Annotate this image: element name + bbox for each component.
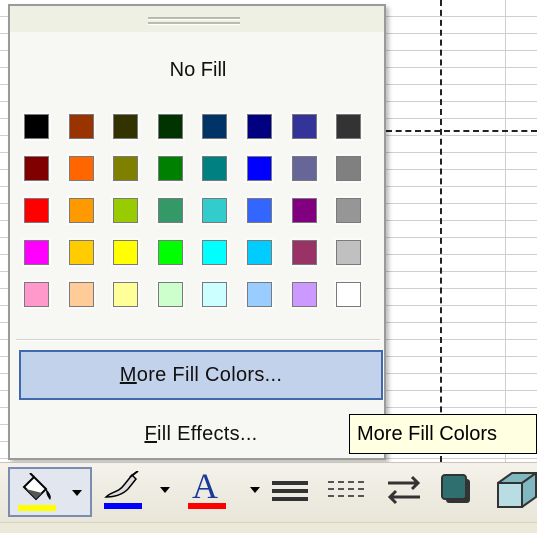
color-swatch[interactable]: [67, 112, 96, 141]
grip-line: [148, 17, 240, 20]
color-swatch[interactable]: [200, 238, 229, 267]
3d-style-icon: [497, 472, 537, 508]
more-fill-colors-label: ore Fill Colors...: [136, 363, 283, 386]
color-swatch[interactable]: [111, 238, 140, 267]
color-swatch[interactable]: [334, 112, 363, 141]
color-swatch[interactable]: [200, 196, 229, 225]
color-swatch[interactable]: [22, 238, 51, 267]
page-break-horizontal: [386, 130, 537, 132]
fill-color-icon: [16, 472, 56, 508]
fill-effects-button[interactable]: Fill Effects...: [18, 412, 384, 456]
3d-style-button[interactable]: [494, 469, 537, 514]
color-swatch[interactable]: [111, 280, 140, 309]
dash-style-icon: [328, 488, 364, 490]
line-color-icon: [102, 470, 142, 506]
toolbar-bottom-edge: [0, 522, 537, 533]
grid-column-line: [505, 0, 506, 462]
font-color-icon: A: [192, 466, 218, 506]
chevron-down-icon[interactable]: [250, 487, 260, 493]
chevron-down-icon[interactable]: [72, 490, 82, 496]
fill-color-indicator: [18, 505, 56, 511]
color-swatch[interactable]: [200, 112, 229, 141]
color-swatch[interactable]: [22, 280, 51, 309]
color-swatch[interactable]: [156, 280, 185, 309]
grip-line: [148, 22, 240, 25]
color-swatch[interactable]: [22, 112, 51, 141]
fill-color-button[interactable]: [8, 467, 92, 517]
mnemonic-letter: F: [144, 422, 157, 445]
no-fill-button[interactable]: No Fill: [18, 50, 378, 90]
color-swatch[interactable]: [334, 280, 363, 309]
color-swatch[interactable]: [290, 196, 319, 225]
color-swatch[interactable]: [290, 154, 319, 183]
color-swatch[interactable]: [245, 280, 274, 309]
color-swatch[interactable]: [156, 154, 185, 183]
line-style-icon: [272, 489, 308, 493]
fill-effects-label: ill Effects...: [157, 422, 258, 445]
line-color-button[interactable]: [100, 470, 170, 515]
color-swatch[interactable]: [200, 154, 229, 183]
color-swatch[interactable]: [334, 154, 363, 183]
line-style-icon: [272, 481, 308, 485]
arrow-style-icon: [387, 475, 421, 505]
color-swatch[interactable]: [290, 112, 319, 141]
color-swatch[interactable]: [22, 154, 51, 183]
line-style-button[interactable]: [272, 481, 308, 505]
color-swatch[interactable]: [290, 280, 319, 309]
color-swatch[interactable]: [245, 154, 274, 183]
font-color-indicator: [188, 503, 226, 509]
color-swatch[interactable]: [67, 196, 96, 225]
color-swatch[interactable]: [67, 280, 96, 309]
popup-drag-handle[interactable]: [10, 6, 384, 32]
drawing-toolbar: A: [0, 462, 537, 533]
color-swatch[interactable]: [245, 196, 274, 225]
color-swatch[interactable]: [111, 154, 140, 183]
menu-separator: [16, 339, 380, 341]
page-break-vertical: [440, 0, 442, 462]
line-color-indicator: [104, 503, 142, 509]
color-swatch[interactable]: [245, 112, 274, 141]
color-swatch[interactable]: [22, 196, 51, 225]
color-swatch[interactable]: [156, 238, 185, 267]
color-swatch[interactable]: [111, 112, 140, 141]
dash-style-icon: [328, 495, 364, 497]
color-swatch[interactable]: [156, 196, 185, 225]
color-swatch[interactable]: [67, 154, 96, 183]
color-swatch[interactable]: [200, 280, 229, 309]
tooltip: More Fill Colors: [349, 414, 537, 454]
fill-color-popup: No Fill More Fill Colors... Fill Effects…: [8, 4, 386, 460]
mnemonic-letter: M: [119, 363, 137, 386]
color-swatch[interactable]: [290, 238, 319, 267]
arrow-style-button[interactable]: [384, 473, 424, 512]
dash-style-icon: [328, 481, 364, 483]
color-swatch[interactable]: [111, 196, 140, 225]
shadow-style-icon: [441, 474, 470, 503]
line-style-icon: [272, 497, 308, 501]
chevron-down-icon[interactable]: [160, 487, 170, 493]
color-swatch[interactable]: [67, 238, 96, 267]
more-fill-colors-button[interactable]: More Fill Colors...: [19, 350, 383, 400]
color-swatch[interactable]: [245, 238, 274, 267]
shadow-style-button[interactable]: [440, 473, 474, 512]
color-swatch[interactable]: [334, 196, 363, 225]
dash-style-button[interactable]: [328, 481, 364, 502]
color-swatch[interactable]: [334, 238, 363, 267]
font-color-button[interactable]: A: [186, 466, 260, 515]
color-swatch[interactable]: [156, 112, 185, 141]
